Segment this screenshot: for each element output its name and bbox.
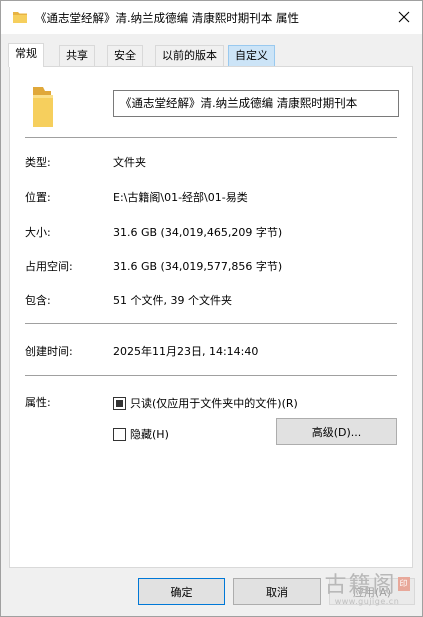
size-on-disk-label: 占用空间: [25, 260, 73, 273]
tab-customize[interactable]: 自定义 [228, 45, 275, 66]
ok-button[interactable]: 确定 [138, 578, 225, 605]
close-button[interactable] [391, 5, 417, 29]
contains-label: 包含: [25, 294, 51, 307]
type-value: 文件夹 [113, 156, 146, 169]
checkbox-unchecked-icon[interactable] [113, 427, 126, 441]
folder-icon [13, 12, 27, 23]
hidden-checkbox[interactable]: 隐藏(H) [113, 426, 169, 442]
readonly-label: 只读(仅应用于文件夹中的文件)(R) [130, 397, 298, 410]
contains-value: 51 个文件, 39 个文件夹 [113, 294, 232, 307]
cancel-button[interactable]: 取消 [233, 578, 321, 605]
separator [25, 375, 397, 376]
watermark-logo: 古籍阁印 www.gujige.cn [313, 567, 421, 615]
watermark-seal-icon: 印 [397, 577, 410, 591]
tab-previous-versions[interactable]: 以前的版本 [155, 45, 224, 66]
created-label: 创建时间: [25, 345, 73, 358]
separator [25, 323, 397, 324]
folder-large-icon [33, 87, 53, 127]
watermark-text: 古籍阁 [324, 573, 397, 598]
size-label: 大小: [25, 226, 51, 239]
properties-dialog: 《通志堂经解》清.纳兰成德编 清康熙时期刊本 属性 常规 共享 安全 以前的版本… [0, 0, 423, 617]
location-value: E:\古籍阁\01-经部\01-易类 [113, 191, 248, 204]
folder-name-field[interactable]: 《通志堂经解》清.纳兰成德编 清康熙时期刊本 [113, 90, 399, 117]
size-value: 31.6 GB (34,019,465,209 字节) [113, 226, 283, 239]
separator [25, 137, 397, 138]
tab-sharing[interactable]: 共享 [59, 45, 95, 66]
checkbox-indeterminate-icon[interactable] [113, 396, 126, 410]
title-bar[interactable]: 《通志堂经解》清.纳兰成德编 清康熙时期刊本 属性 [1, 1, 422, 34]
general-panel [9, 66, 413, 568]
hidden-label: 隐藏(H) [130, 428, 169, 441]
close-icon [398, 11, 410, 23]
readonly-checkbox[interactable]: 只读(仅应用于文件夹中的文件)(R) [113, 395, 298, 411]
attributes-label: 属性: [25, 396, 51, 409]
window-title: 《通志堂经解》清.纳兰成德编 清康熙时期刊本 属性 [35, 11, 299, 25]
created-value: 2025年11月23日, 14:14:40 [113, 345, 259, 358]
tab-security[interactable]: 安全 [107, 45, 143, 66]
location-label: 位置: [25, 191, 51, 204]
size-on-disk-value: 31.6 GB (34,019,577,856 字节) [113, 260, 283, 273]
type-label: 类型: [25, 156, 51, 169]
tab-general[interactable]: 常规 [8, 43, 44, 67]
advanced-button[interactable]: 高级(D)... [276, 418, 397, 445]
